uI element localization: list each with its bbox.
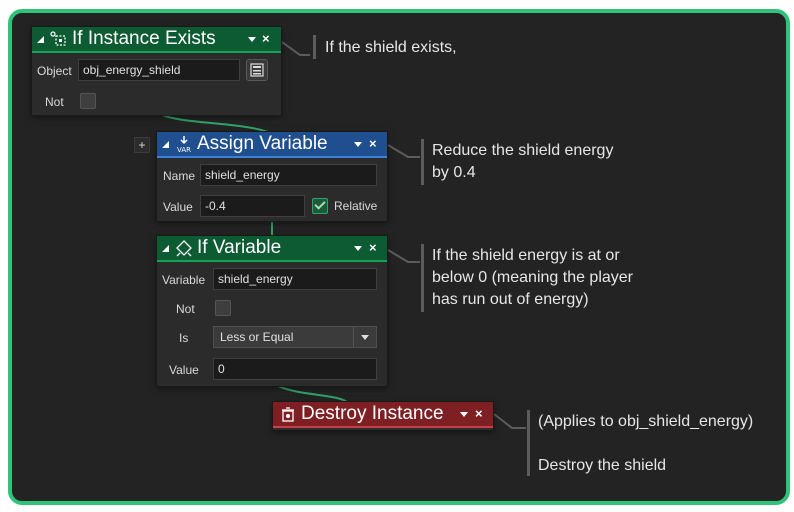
chevron-down-icon[interactable] <box>353 327 376 347</box>
comment-bar <box>421 244 424 312</box>
name-field[interactable]: shield_energy <box>200 164 377 186</box>
block-header[interactable]: If Variable × <box>157 236 387 262</box>
destroy-icon <box>282 407 294 422</box>
block-title: Assign Variable <box>197 133 328 154</box>
comment-bar <box>313 35 316 59</box>
object-list-icon <box>250 63 264 77</box>
comment-text[interactable]: If the shield exists, <box>325 37 457 59</box>
not-checkbox[interactable] <box>80 93 96 109</box>
close-icon[interactable]: × <box>262 27 270 51</box>
object-picker-button[interactable] <box>246 59 268 81</box>
chevron-down-icon[interactable] <box>354 142 362 147</box>
if-instance-exists-block[interactable]: If Instance Exists × Object obj_energy_s… <box>32 27 281 115</box>
comparison-select-value: Less or Equal <box>220 330 294 344</box>
assign-variable-block[interactable]: VAR Assign Variable × Name shield_energy… <box>157 132 387 221</box>
not-checkbox[interactable] <box>215 300 231 316</box>
assign-variable-icon: VAR <box>177 136 191 153</box>
comment-line: If the shield energy is at or <box>432 247 620 264</box>
collapse-triangle-icon[interactable] <box>162 245 169 252</box>
object-field[interactable]: obj_energy_shield <box>78 59 240 81</box>
name-label: Name <box>163 169 196 183</box>
instance-exists-icon <box>50 31 66 46</box>
close-icon[interactable]: × <box>369 236 377 260</box>
relative-checkbox[interactable] <box>312 198 328 214</box>
block-header[interactable]: VAR Assign Variable × <box>157 132 387 158</box>
comparison-select[interactable]: Less or Equal <box>213 326 377 348</box>
destroy-instance-block[interactable]: Destroy Instance × <box>273 402 493 430</box>
add-block-button[interactable]: + <box>134 137 150 153</box>
collapse-triangle-icon[interactable] <box>162 141 169 148</box>
block-header[interactable]: Destroy Instance × <box>273 402 493 428</box>
comment-line: by 0.4 <box>432 164 476 181</box>
relative-label: Relative <box>334 199 378 213</box>
block-title: Destroy Instance <box>301 403 444 424</box>
value-label: Value <box>169 363 199 377</box>
not-label: Not <box>176 302 195 316</box>
chevron-down-icon[interactable] <box>248 37 256 42</box>
svg-text:VAR: VAR <box>177 146 191 153</box>
block-title: If Instance Exists <box>72 28 216 49</box>
comment-line: (Applies to obj_shield_energy) <box>538 413 754 430</box>
object-label: Object <box>37 64 72 78</box>
variable-field[interactable]: shield_energy <box>213 268 377 290</box>
value-field[interactable]: 0 <box>213 358 377 380</box>
chevron-down-icon[interactable] <box>460 412 468 417</box>
is-label: Is <box>179 331 189 345</box>
comment-line: below 0 (meaning the player <box>432 269 634 286</box>
close-icon[interactable]: × <box>369 132 377 156</box>
comment-text[interactable]: If the shield energy is at or below 0 (m… <box>432 245 633 311</box>
comment-text[interactable]: (Applies to obj_shield_energy) Destroy t… <box>538 411 753 477</box>
comment-bar <box>527 410 530 476</box>
chevron-down-icon[interactable] <box>354 246 362 251</box>
variable-label: Variable <box>162 273 206 287</box>
value-label: Value <box>163 200 193 214</box>
block-title: If Variable <box>197 237 282 258</box>
if-variable-block[interactable]: If Variable × Variable shield_energy Not… <box>157 236 387 386</box>
if-variable-icon <box>176 240 192 257</box>
comment-line: Destroy the shield <box>538 457 667 474</box>
block-header[interactable]: If Instance Exists × <box>32 27 281 53</box>
comment-text[interactable]: Reduce the shield energy by 0.4 <box>432 140 613 184</box>
comment-line: has run out of energy) <box>432 291 589 308</box>
comment-line: Reduce the shield energy <box>432 142 614 159</box>
close-icon[interactable]: × <box>475 402 483 426</box>
comment-bar <box>421 139 424 185</box>
collapse-triangle-icon[interactable] <box>37 36 44 43</box>
not-label: Not <box>45 95 64 109</box>
value-field[interactable]: -0.4 <box>200 195 305 217</box>
